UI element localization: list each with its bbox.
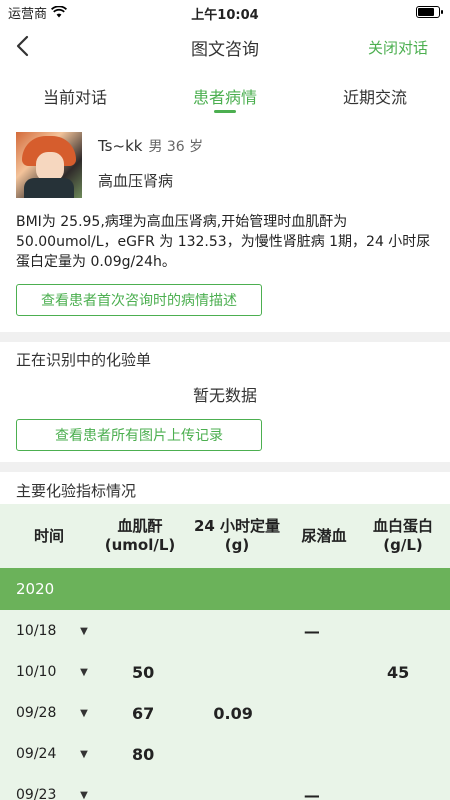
header-albumin: 血白蛋白 (g/L) — [372, 517, 433, 554]
caret-down-icon[interactable]: ▼ — [80, 749, 88, 760]
table-row[interactable]: 09/23 ▼ — — [0, 774, 450, 800]
table-row[interactable]: 09/24 ▼ 80 — [0, 733, 450, 775]
indicators-title: 主要化验指标情况 — [16, 482, 137, 500]
table-row[interactable]: 09/28 ▼ 67 0.09 — [0, 692, 450, 734]
year-row: 2020 — [0, 568, 450, 610]
upload-history-button[interactable]: 查看患者所有图片上传记录 — [16, 419, 262, 451]
section-divider — [0, 332, 450, 342]
tab-recent-exchange[interactable]: 近期交流 — [300, 72, 450, 116]
patient-diagnosis: 高血压肾病 — [98, 172, 174, 190]
close-conversation-button[interactable]: 关闭对话 — [368, 37, 428, 58]
patient-name-line: Ts~kk 男 36 岁 — [98, 136, 203, 156]
back-arrow-icon[interactable] — [12, 34, 36, 58]
header-occult-blood: 尿潜血 — [301, 526, 347, 545]
row-date: 10/10 — [16, 664, 57, 680]
tab-current-conversation[interactable]: 当前对话 — [0, 72, 150, 116]
header-urine-protein: 24 小时定量 (g) — [193, 517, 281, 554]
creatinine-value: 50 — [132, 662, 155, 682]
patient-meta: 男 36 岁 — [148, 139, 204, 155]
occult-blood-value: — — [303, 621, 320, 641]
condition-description: BMI为 25.95,病理为高血压肾病,开始管理时血肌酐为 50.00umol/… — [16, 214, 431, 270]
header-creatinine: 血肌酐 (umol/L) — [104, 517, 176, 554]
battery-level — [418, 8, 435, 16]
tab-patient-condition[interactable]: 患者病情 — [150, 72, 300, 116]
caret-down-icon[interactable]: ▼ — [80, 708, 88, 719]
section-divider — [0, 462, 450, 472]
lab-recognition-title: 正在识别中的化验单 — [16, 351, 152, 369]
caret-down-icon[interactable]: ▼ — [80, 626, 88, 637]
patient-name: Ts~kk — [98, 137, 143, 155]
row-date: 09/24 — [16, 746, 57, 762]
urine-protein-value: 0.09 — [213, 703, 253, 723]
occult-blood-value: — — [303, 785, 320, 800]
battery-icon — [416, 6, 443, 18]
status-time: 上午10:04 — [191, 8, 259, 23]
row-date: 09/23 — [16, 787, 57, 800]
tab-bar: 当前对话 患者病情 近期交流 — [0, 72, 450, 116]
page-title: 图文咨询 — [191, 39, 259, 60]
first-consult-button[interactable]: 查看患者首次咨询时的病情描述 — [16, 284, 262, 316]
avatar — [16, 132, 82, 198]
header-time: 时间 — [33, 526, 64, 545]
caret-down-icon[interactable]: ▼ — [80, 790, 88, 800]
status-bar: 运营商 上午10:04 — [0, 0, 450, 24]
albumin-value: 45 — [386, 662, 410, 682]
table-row[interactable]: 10/10 ▼ 50 45 — [0, 651, 450, 693]
caret-down-icon[interactable]: ▼ — [80, 667, 88, 678]
empty-state: 暂无数据 — [192, 386, 257, 405]
table-row[interactable]: 10/18 ▼ — — [0, 610, 450, 652]
creatinine-value: 67 — [132, 703, 155, 723]
nav-bar: 图文咨询 关闭对话 — [0, 24, 450, 70]
table-header: 时间 血肌酐 (umol/L) 24 小时定量 (g) 尿潜血 血白蛋白 (g/… — [0, 504, 450, 568]
indicators-table: 时间 血肌酐 (umol/L) 24 小时定量 (g) 尿潜血 血白蛋白 (g/… — [0, 504, 450, 800]
row-date: 10/18 — [16, 623, 57, 639]
row-date: 09/28 — [16, 705, 57, 721]
creatinine-value: 80 — [132, 744, 155, 764]
